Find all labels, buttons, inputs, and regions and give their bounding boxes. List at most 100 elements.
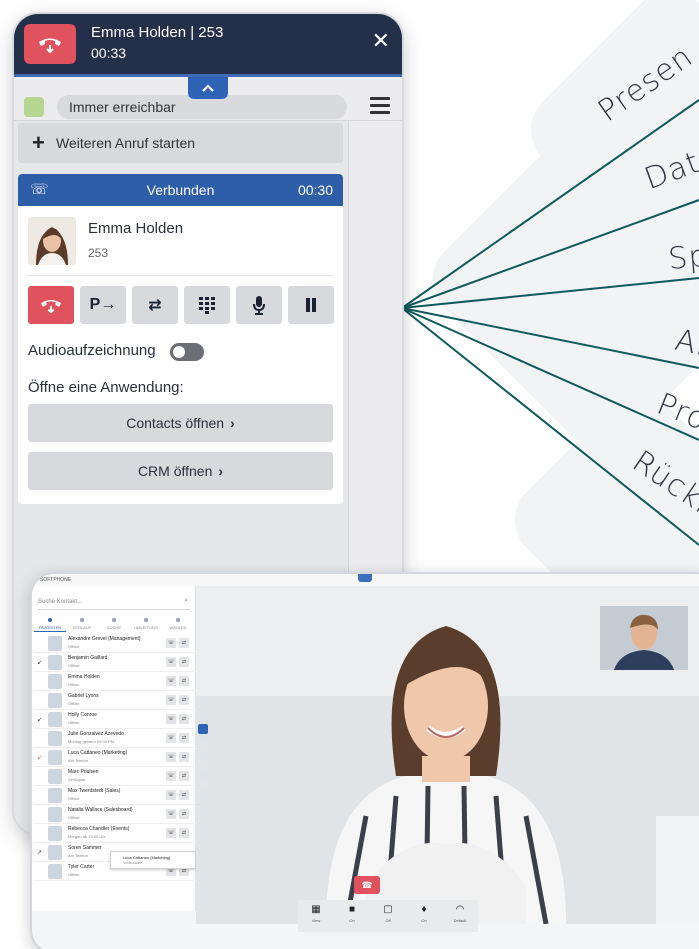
transfer-button[interactable]: ⇄ — [179, 714, 189, 724]
mute-button[interactable] — [236, 286, 282, 324]
call-button[interactable]: ☏ — [166, 771, 176, 781]
sidebar-tabs: FAVORITEN VERLAUF SUCHE UMLEITUNG WÄHLEN — [34, 616, 194, 632]
contact-name: Tyler Carter — [68, 864, 95, 870]
transfer-button[interactable]: ⇄ — [179, 733, 189, 743]
tab-history[interactable]: VERLAUF — [66, 616, 98, 632]
headset-icon: ◠ — [455, 904, 465, 915]
call-button[interactable]: ☏ — [166, 752, 176, 762]
transfer-button[interactable]: ⇄ — [179, 657, 189, 667]
active-call-card: ☏ Verbunden 00:30 Emma Holden 253 P→ ⇄ A… — [18, 174, 343, 504]
list-item[interactable]: ↙ Luca Cattaneo (Marketing) Am Telefon ☏ ⇄ — [34, 748, 194, 767]
call-button[interactable]: ☏ — [166, 638, 176, 648]
view-button[interactable]: ▦ View — [298, 900, 334, 932]
transfer-button[interactable]: ⇄ — [179, 828, 189, 838]
chevron-right-icon: › — [230, 415, 235, 431]
tab-forwarding[interactable]: UMLEITUNG — [130, 616, 162, 632]
list-item[interactable]: Marc Poulsen Verfügbar ☏ ⇄ — [34, 767, 194, 786]
list-item[interactable]: Emma Holden Offline ☏ ⇄ — [34, 672, 194, 691]
call-button[interactable]: ☏ — [166, 790, 176, 800]
list-item[interactable]: Gabriel Lyons Offline ☏ ⇄ — [34, 691, 194, 710]
call-popup[interactable]: Luca Cattaneo (Marketing) Verbunden — [110, 851, 196, 869]
transfer-button[interactable]: ⇄ — [179, 638, 189, 648]
search-placeholder: Suche Kontakt... — [38, 599, 83, 605]
avatar — [48, 845, 62, 860]
keypad-icon — [199, 297, 215, 314]
video-hangup-button[interactable]: ☎ — [354, 876, 380, 894]
list-item[interactable]: ↙ Benjamin Gaillard Offline ☏ ⇄ — [34, 653, 194, 672]
transfer-button[interactable]: ⇄ — [132, 286, 178, 324]
new-call-label: Weiteren Anruf starten — [56, 135, 196, 151]
screen-share-button[interactable]: ▢ Off — [370, 900, 406, 932]
sidebar-tool-button[interactable] — [198, 778, 208, 788]
collapse-button[interactable] — [358, 574, 372, 582]
self-view-video[interactable] — [600, 606, 688, 670]
close-button[interactable]: ✕ — [372, 28, 390, 54]
contact-status: Offline — [68, 872, 80, 877]
transfer-button[interactable]: ⇄ — [179, 771, 189, 781]
transfer-button[interactable]: ⇄ — [179, 752, 189, 762]
contact-status: Offline — [68, 796, 80, 801]
hangup-icon: ☎ — [361, 880, 373, 890]
missed-call-icon: ↙ — [37, 717, 43, 723]
tab-favorites[interactable]: FAVORITEN — [34, 616, 66, 632]
open-contacts-button[interactable]: Contacts öffnen › — [28, 404, 333, 442]
tab-dial[interactable]: WÄHLEN — [162, 616, 194, 632]
sidebar-tool-button[interactable] — [198, 724, 208, 734]
keypad-button[interactable] — [184, 286, 230, 324]
sidebar-tool-button[interactable] — [198, 742, 208, 752]
transfer-button[interactable]: ⇄ — [179, 809, 189, 819]
list-item[interactable]: Max Twerdstedt (Sales) Offline ☏ ⇄ — [34, 786, 194, 805]
contact-status: Offline — [68, 815, 80, 820]
call-actions: P→ ⇄ — [28, 286, 334, 324]
missed-call-icon: ↙ — [37, 660, 43, 666]
control-label: On — [421, 918, 427, 923]
open-crm-button[interactable]: CRM öffnen › — [28, 452, 333, 490]
avatar — [48, 636, 62, 651]
contact-name: Holly Conroe — [68, 712, 97, 718]
collapse-button[interactable] — [188, 77, 228, 99]
contact-name: Emma Holden — [88, 220, 184, 237]
call-button[interactable]: ☏ — [166, 733, 176, 743]
contact-sidebar: Suche Kontakt... ⌕ FAVORITEN VERLAUF SUCH… — [32, 586, 196, 911]
contact-name: Marc Poulsen — [68, 769, 99, 775]
park-icon: P→ — [89, 296, 117, 313]
tab-search[interactable]: SUCHE — [98, 616, 130, 632]
search-input[interactable]: Suche Kontakt... ⌕ — [38, 596, 190, 610]
transfer-button[interactable]: ⇄ — [179, 695, 189, 705]
sidebar-tool-button[interactable] — [198, 760, 208, 770]
contact-status: Morgen ab 13:00 Uhr — [68, 834, 106, 839]
list-item[interactable]: Rebecca Chandler (Events) Morgen ab 13:00… — [34, 824, 194, 843]
transfer-button[interactable]: ⇄ — [179, 676, 189, 686]
list-item[interactable]: Alexandre Grevel (Management) Offline ☏ ⇄ — [34, 634, 194, 653]
microphone-button[interactable]: ♦ On — [406, 900, 442, 932]
call-button[interactable]: ☏ — [166, 695, 176, 705]
transfer-button[interactable]: ⇄ — [179, 790, 189, 800]
hamburger-menu-icon — [370, 97, 390, 114]
hangup-button[interactable] — [24, 24, 76, 64]
control-label: On — [349, 918, 355, 923]
audio-device-button[interactable]: ◠ Default — [442, 900, 478, 932]
hold-button[interactable] — [288, 286, 334, 324]
contact-status: Montag gestern 09:00 PM — [68, 739, 115, 744]
park-button[interactable]: P→ — [80, 286, 126, 324]
call-button[interactable]: ☏ — [166, 676, 176, 686]
camera-button[interactable]: ■ On — [334, 900, 370, 932]
menu-button[interactable] — [370, 97, 390, 118]
microphone-icon: ♦ — [421, 904, 427, 915]
call-button[interactable]: ☏ — [166, 809, 176, 819]
control-label: View — [311, 918, 321, 923]
call-button[interactable]: ☏ — [166, 657, 176, 667]
avatar — [48, 655, 62, 670]
call-button[interactable]: ☏ — [166, 828, 176, 838]
call-status-bar: ☏ Verbunden 00:30 — [18, 174, 343, 206]
new-call-button[interactable]: + Weiteren Anruf starten — [18, 123, 343, 163]
call-button[interactable]: ☏ — [166, 714, 176, 724]
open-crm-label: CRM öffnen — [137, 463, 213, 479]
list-item[interactable]: Natalia Wallace (Salesboard) Offline ☏ ⇄ — [34, 805, 194, 824]
recording-toggle[interactable] — [170, 343, 204, 361]
presence-indicator — [24, 97, 44, 117]
list-item[interactable]: ↙ Holly Conroe Offline ☏ ⇄ — [34, 710, 194, 729]
list-item[interactable]: Julie Gonzalvez Azevedo Montag gestern 09… — [34, 729, 194, 748]
incoming-call-icon: ↗ — [37, 850, 43, 856]
hangup-button[interactable] — [28, 286, 74, 324]
